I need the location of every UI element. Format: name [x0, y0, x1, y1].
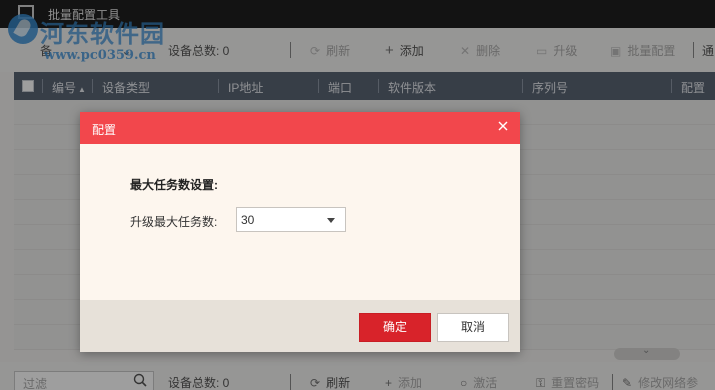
cancel-button[interactable]: 取消 — [437, 313, 509, 342]
caret-down-icon — [327, 218, 335, 223]
dialog-footer: 确定 取消 — [80, 300, 520, 352]
max-upgrade-tasks-value: 30 — [241, 213, 255, 227]
dialog-header: 配置 — [80, 112, 520, 144]
close-icon[interactable] — [496, 119, 510, 133]
max-upgrade-tasks-label: 升级最大任务数: — [130, 215, 218, 229]
max-upgrade-tasks-select[interactable]: 30 — [236, 207, 346, 232]
section-title: 最大任务数设置: — [130, 178, 218, 192]
ok-button[interactable]: 确定 — [359, 313, 431, 342]
dialog-title: 配置 — [92, 123, 117, 137]
config-dialog: 配置 最大任务数设置: 升级最大任务数: 30 确定 取消 — [80, 112, 520, 352]
